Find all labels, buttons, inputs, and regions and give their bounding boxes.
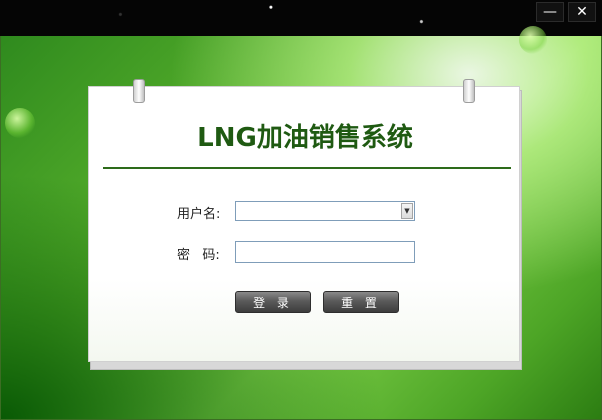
chevron-down-icon[interactable]: ▼ [401, 203, 413, 219]
password-field[interactable] [235, 241, 415, 263]
reset-button[interactable]: 重 置 [323, 291, 399, 313]
card-clip-left [133, 79, 145, 103]
app-title: LNG加油销售系统 [197, 123, 413, 153]
login-card: LNG加油销售系统 用户名: ▼ 密 码: 登 录 重 置 [88, 79, 520, 362]
decorative-bubble [5, 108, 35, 138]
title-bar: — ✕ [0, 0, 602, 36]
decorative-bubble [519, 26, 547, 54]
username-label: 用户名: [177, 207, 221, 222]
title-divider [103, 167, 511, 169]
login-button[interactable]: 登 录 [235, 291, 311, 313]
password-label: 密 码: [177, 248, 220, 263]
close-button[interactable]: ✕ [568, 2, 596, 22]
card-clip-right [463, 79, 475, 103]
username-select[interactable]: ▼ [235, 201, 415, 221]
minimize-button[interactable]: — [536, 2, 564, 22]
